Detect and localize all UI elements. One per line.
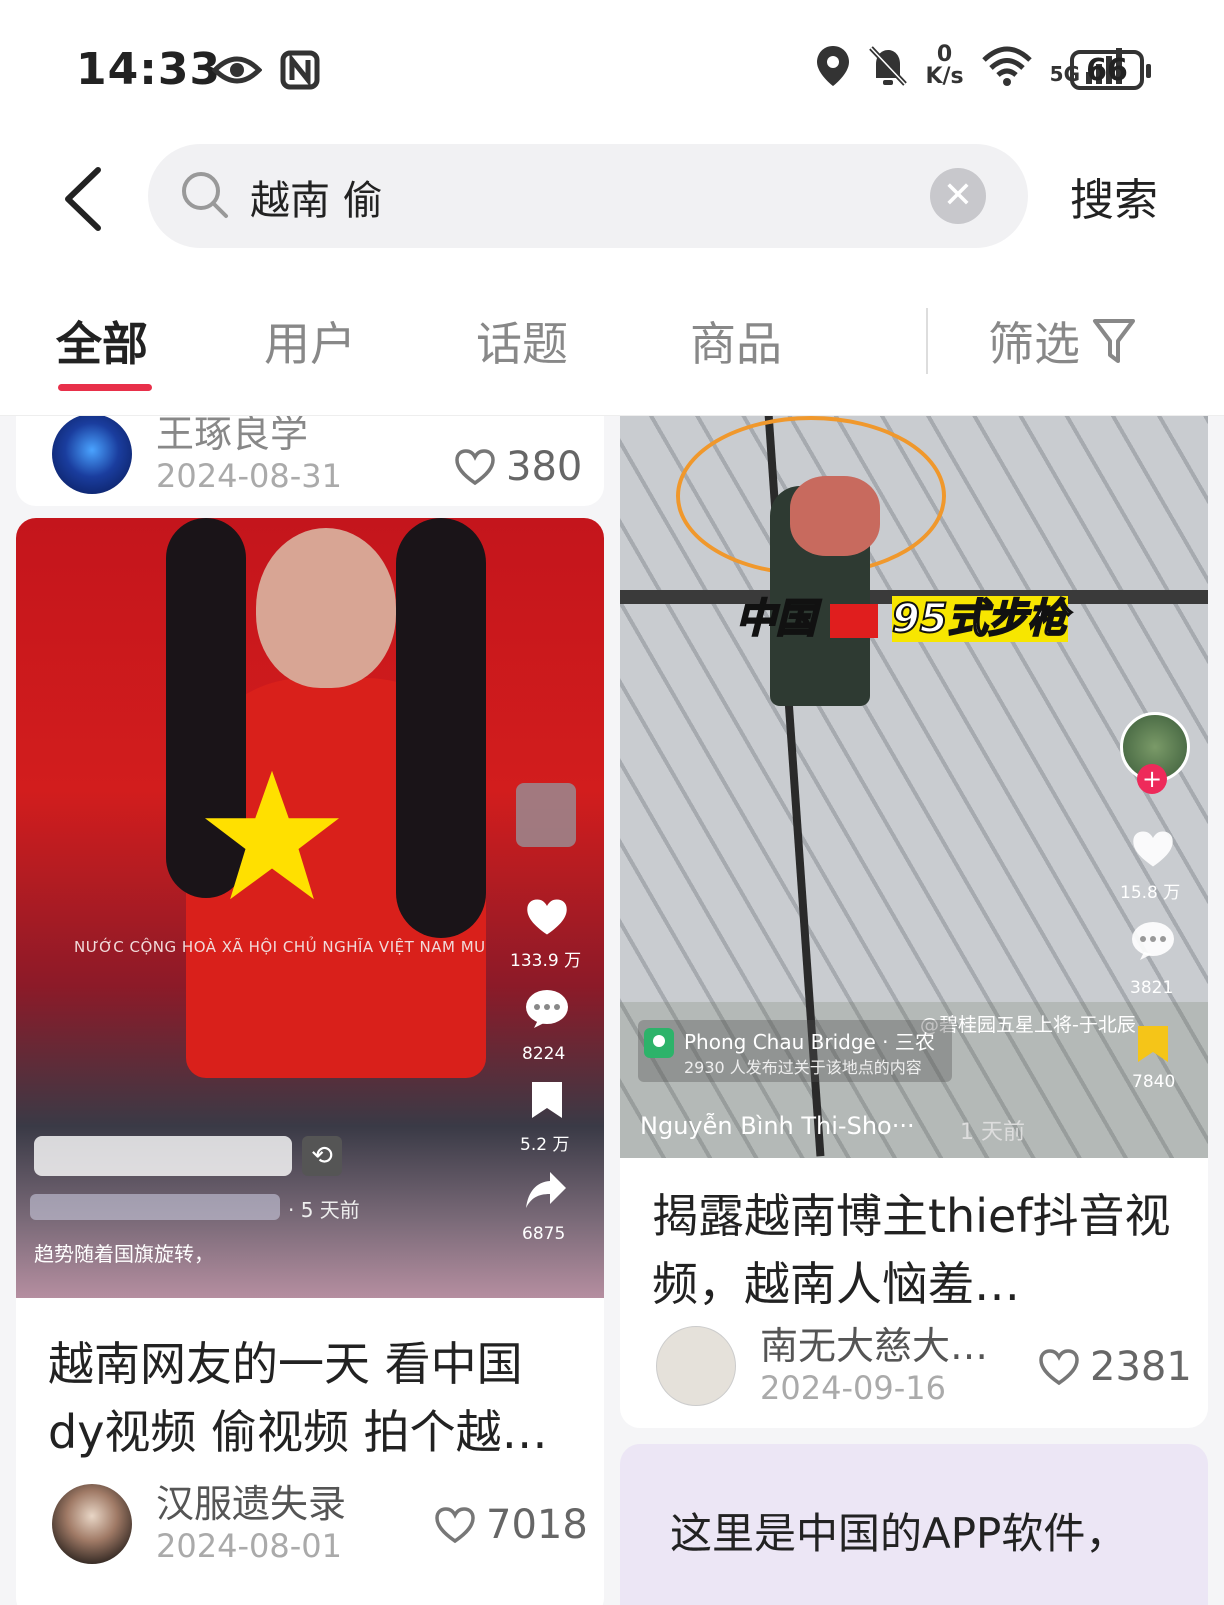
overlay-caption: 中国 95式步枪 (735, 595, 1069, 643)
blurred-handle (30, 1194, 280, 1220)
battery-icon: 66 (1070, 50, 1151, 90)
avatar[interactable] (52, 1484, 132, 1564)
post-date: 2024-09-16 (760, 1369, 946, 1407)
card-text[interactable]: 这里是中国的APP软件， (670, 1500, 1127, 1561)
tab-topics[interactable]: 话题 (476, 308, 568, 374)
overlay-save-count: 5.2 万 (520, 1135, 570, 1155)
tab-users[interactable]: 用户 (264, 308, 356, 374)
clear-search-button[interactable]: ✕ (930, 168, 986, 224)
result-card[interactable]: 王琢良学 2024-08-31 380 (16, 416, 604, 506)
result-card[interactable]: 这里是中国的APP软件， (620, 1444, 1208, 1605)
like-count[interactable]: 2381 (1038, 1344, 1192, 1390)
video-cover[interactable]: 中国 95式步枪 + 15.8 万 3821 @碧桂园五星上将-于北辰 7840 (620, 416, 1208, 1158)
eye-icon (212, 56, 262, 84)
overlay-banner-text: NƯỚC CỘNG HOÀ XÃ HỘI CHỦ NGHĨA VIỆT NAM … (74, 938, 486, 956)
location-tag[interactable]: Phong Chau Bridge · 三农 2930 人发布过关于该地点的内容 (638, 1020, 952, 1082)
author-name[interactable]: 南无大慈大… (760, 1324, 988, 1368)
search-input[interactable]: 越南 偷 ✕ (148, 144, 1028, 248)
overlay-caption: 趋势随着国旗旋转， (34, 1242, 214, 1266)
repost-icon: ⟲ (302, 1136, 342, 1176)
search-icon (182, 172, 228, 218)
blurred-username (34, 1136, 292, 1176)
post-date: 2024-08-31 (156, 457, 342, 495)
like-count[interactable]: 380 (454, 444, 582, 490)
overlay-like-count: 15.8 万 (1120, 883, 1181, 903)
filter-button[interactable]: 筛选 (988, 308, 1136, 374)
tab-divider (926, 308, 928, 374)
overlay-like-count: 133.9 万 (510, 951, 582, 971)
post-date: 2024-08-01 (156, 1527, 342, 1565)
author-name[interactable]: 王琢良学 (156, 416, 342, 456)
search-results-feed: 王琢良学 2024-08-31 380 NƯỚC CỘNG HOÀ XÃ HỘI… (0, 416, 1224, 1605)
heart-icon (455, 449, 495, 486)
star-icon (205, 770, 339, 900)
video-cover[interactable]: NƯỚC CỘNG HOÀ XÃ HỘI CHỦ NGHĨA VIỆT NAM … (16, 518, 604, 1298)
card-title[interactable]: 越南网友的一天 看中国dy视频 偷视频 拍个越… (48, 1330, 578, 1466)
filter-label: 筛选 (988, 317, 1080, 371)
overlay-watermark: @碧桂园五星上将-于北辰 (920, 1014, 1136, 1036)
share-icon (526, 1172, 566, 1208)
overlay-comment-count: 8224 (522, 1044, 566, 1064)
china-flag-icon (829, 604, 878, 638)
active-tab-indicator (58, 384, 152, 391)
bookmark-icon (1138, 1026, 1168, 1062)
comment-icon (526, 990, 568, 1028)
result-card[interactable]: NƯỚC CỘNG HOÀ XÃ HỘI CHỦ NGHĨA VIỆT NAM … (16, 518, 604, 1605)
status-time: 14:33 (76, 44, 222, 95)
overlay-save-count: 7840 (1132, 1072, 1176, 1092)
status-bar: 14:33 0 K/s 5G 66 (0, 0, 1224, 140)
tab-products[interactable]: 商品 (690, 308, 782, 374)
overlay-time-ago: · 5 天前 (288, 1198, 360, 1222)
wifi-icon (981, 46, 1032, 86)
avatar[interactable] (52, 416, 132, 494)
card-title[interactable]: 揭露越南博主thief抖音视频，越南人恼羞… (652, 1182, 1172, 1318)
comment-icon (1132, 922, 1174, 960)
heart-icon (527, 899, 567, 935)
filter-icon (1093, 319, 1135, 363)
location-icon (817, 46, 850, 86)
bookmark-icon (532, 1082, 562, 1118)
search-header: 越南 偷 ✕ 搜索 (0, 140, 1224, 260)
overlay-uploader: Nguyễn Bình Thi-Sho··· (640, 1112, 915, 1140)
nfc-icon (280, 50, 320, 90)
heart-icon (1039, 1349, 1079, 1386)
heart-icon (1133, 831, 1173, 867)
result-card[interactable]: 中国 95式步枪 + 15.8 万 3821 @碧桂园五星上将-于北辰 7840 (620, 416, 1208, 1428)
overlay-share-count: 6875 (522, 1224, 566, 1244)
search-button[interactable]: 搜索 (1070, 164, 1158, 228)
back-arrow-icon[interactable] (58, 164, 108, 234)
search-query: 越南 偷 (250, 178, 383, 224)
location-pin-icon (644, 1028, 674, 1058)
follow-plus-icon[interactable]: + (1137, 764, 1167, 794)
net-speed: 0 K/s (925, 42, 964, 89)
result-tabs: 全部 用户 话题 商品 筛选 (0, 290, 1224, 416)
author-name[interactable]: 汉服遗失录 (156, 1482, 346, 1526)
bell-muted-icon (869, 46, 908, 86)
avatar[interactable] (656, 1326, 736, 1406)
like-count[interactable]: 7018 (434, 1502, 588, 1548)
overlay-comment-count: 3821 (1130, 978, 1174, 998)
tab-all[interactable]: 全部 (56, 308, 148, 374)
heart-icon (435, 1507, 475, 1544)
overlay-time-ago: 1 天前 (960, 1120, 1025, 1145)
